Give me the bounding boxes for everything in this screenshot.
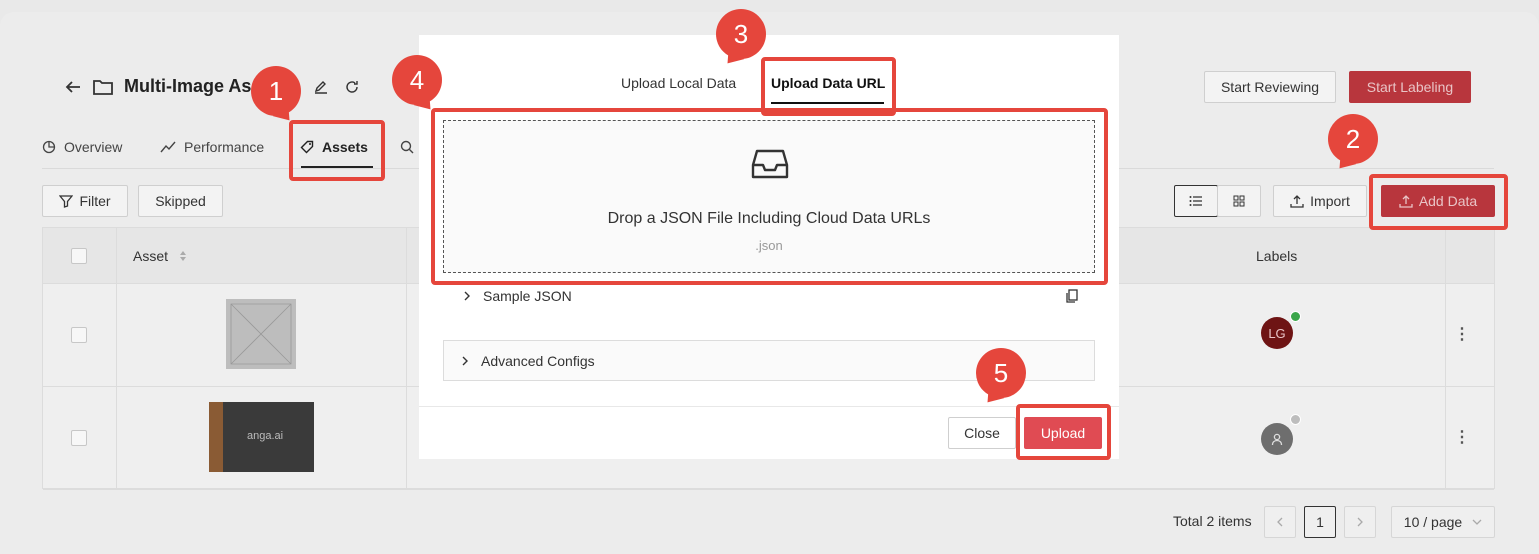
copy-icon[interactable] xyxy=(1065,289,1079,308)
search-icon[interactable] xyxy=(400,136,414,158)
line-chart-icon xyxy=(160,140,176,154)
tab-performance[interactable]: Performance xyxy=(160,136,300,158)
list-icon xyxy=(1189,195,1203,207)
pie-chart-icon xyxy=(42,140,56,154)
grid-view-button[interactable] xyxy=(1217,185,1261,217)
chevron-right-icon xyxy=(462,356,468,365)
close-button[interactable]: Close xyxy=(948,417,1016,449)
sort-icon[interactable] xyxy=(179,250,187,262)
select-all-checkbox[interactable] xyxy=(71,248,87,264)
dropzone-hint: .json xyxy=(755,238,783,253)
upload-icon xyxy=(1399,194,1413,208)
row-checkbox[interactable] xyxy=(71,430,87,446)
grid-icon xyxy=(1233,195,1245,207)
folder-icon xyxy=(92,78,114,96)
tab-upload-local-data[interactable]: Upload Local Data xyxy=(621,75,736,91)
avatar xyxy=(1261,423,1293,455)
refresh-icon[interactable] xyxy=(345,80,359,94)
more-actions-icon[interactable]: ⋮ xyxy=(1454,427,1470,447)
page-size-select[interactable]: 10 / page xyxy=(1391,506,1495,538)
active-tab-underline xyxy=(771,102,884,104)
tab-assets[interactable]: Assets xyxy=(300,136,368,158)
skipped-button[interactable]: Skipped xyxy=(138,185,223,217)
import-button[interactable]: Import xyxy=(1273,185,1367,217)
list-view-button[interactable] xyxy=(1174,185,1218,217)
chevron-right-icon xyxy=(464,291,470,301)
back-arrow-icon[interactable] xyxy=(64,78,82,96)
start-reviewing-button[interactable]: Start Reviewing xyxy=(1204,71,1336,103)
import-icon xyxy=(1290,194,1304,208)
column-asset[interactable]: Asset xyxy=(133,248,168,264)
status-dot xyxy=(1290,311,1301,322)
asset-thumbnail[interactable]: anga.ai xyxy=(209,402,314,472)
inbox-icon xyxy=(751,147,789,181)
tag-icon xyxy=(300,140,314,154)
filter-button[interactable]: Filter xyxy=(42,185,128,217)
tab-upload-data-url[interactable]: Upload Data URL xyxy=(771,75,885,91)
dropzone-title: Drop a JSON File Including Cloud Data UR… xyxy=(607,210,931,227)
total-items-text: Total 2 items xyxy=(1173,513,1252,529)
chevron-down-icon xyxy=(1472,519,1482,525)
step-badge-2: 2 xyxy=(1328,114,1378,164)
step-badge-3: 3 xyxy=(716,9,766,59)
avatar: LG xyxy=(1261,317,1293,349)
project-tabs: Overview Performance Assets xyxy=(42,136,414,158)
filter-icon xyxy=(59,194,74,208)
tab-overview[interactable]: Overview xyxy=(42,136,160,158)
page-header: Multi-Image Assets xyxy=(64,76,359,97)
column-labels: Labels xyxy=(1256,248,1298,264)
modal-footer-divider xyxy=(419,406,1119,407)
json-dropzone[interactable]: Drop a JSON File Including Cloud Data UR… xyxy=(443,120,1095,273)
row-checkbox[interactable] xyxy=(71,327,87,343)
step-badge-5: 5 xyxy=(976,348,1026,398)
sample-json-toggle[interactable]: Sample JSON xyxy=(463,288,572,304)
page-1-button[interactable]: 1 xyxy=(1304,506,1336,538)
edit-icon[interactable] xyxy=(313,79,329,95)
next-page-button[interactable] xyxy=(1344,506,1376,538)
upload-modal: Upload Local Data Upload Data URL Drop a… xyxy=(419,35,1119,459)
step-badge-1: 1 xyxy=(251,66,301,116)
step-badge-4: 4 xyxy=(392,55,442,105)
start-labeling-button[interactable]: Start Labeling xyxy=(1349,71,1471,103)
add-data-button[interactable]: Add Data xyxy=(1381,185,1495,217)
status-dot xyxy=(1290,414,1301,425)
prev-page-button[interactable] xyxy=(1264,506,1296,538)
upload-button[interactable]: Upload xyxy=(1024,417,1102,449)
asset-thumbnail[interactable] xyxy=(226,299,296,369)
more-actions-icon[interactable]: ⋮ xyxy=(1454,324,1470,344)
